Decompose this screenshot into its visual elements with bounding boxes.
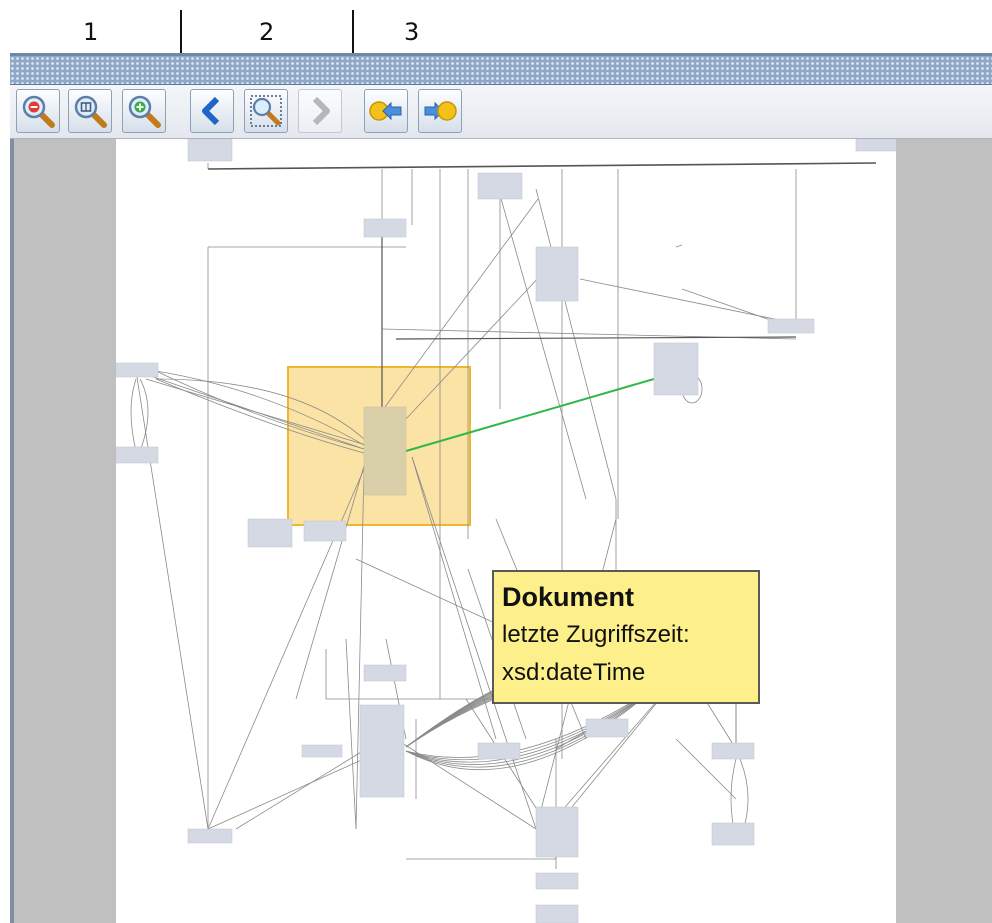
zoom-in-magnifier-icon [128,95,161,128]
magnifier-selection-icon [250,95,282,127]
graph-node[interactable] [711,742,755,760]
zoom-in-button[interactable] [122,89,166,133]
graph-edge [135,370,209,830]
tooltip-title: Dokument [502,582,635,612]
graph-node[interactable] [585,718,629,738]
group-label-2: 2 [259,18,275,46]
graph-edge [207,162,877,170]
graph-node[interactable] [301,744,343,758]
graph-edge [235,748,367,830]
node-tooltip: Dokument letzte Zugriffszeit: xsd:dateTi… [492,570,760,704]
zoom-reset-button[interactable] [68,89,112,133]
group-separator [352,10,354,54]
graph-edge [345,638,357,830]
chevron-right-icon [312,96,330,126]
zoom-out-button[interactable] [16,89,60,133]
graph-node[interactable] [116,362,159,378]
collapse-node-button[interactable] [364,89,408,133]
zoom-out-magnifier-icon [22,95,55,128]
graph-canvas[interactable]: Dokument letzte Zugriffszeit: xsd:dateTi… [116,139,896,923]
graph-viewer-window: Dokument letzte Zugriffszeit: xsd:dateTi… [10,53,992,923]
graph-edge [675,244,683,248]
graph-node[interactable] [855,139,896,152]
graph-edge [579,278,785,322]
graph-node[interactable] [359,704,405,798]
tooltip-property: letzte Zugriffszeit: [502,621,690,648]
graph-node[interactable] [187,139,233,162]
back-button[interactable] [190,89,234,133]
graph-edge [207,748,387,830]
chevron-left-icon [202,96,220,126]
selected-graph-node[interactable] [363,406,407,496]
graph-node[interactable] [303,520,347,542]
graph-node[interactable] [247,518,293,548]
focus-selection-button[interactable] [244,89,288,133]
graph-node[interactable] [535,246,579,302]
group-label-1: 1 [83,18,99,46]
group-label-3: 3 [404,18,420,46]
graph-node[interactable] [363,664,407,682]
graph-node[interactable] [653,342,699,396]
graph-node[interactable] [477,742,521,760]
node-arrow-left-icon [369,101,402,121]
graph-edge [535,188,617,500]
graph-node[interactable] [711,822,755,846]
graph-node[interactable] [767,318,815,334]
graph-node[interactable] [116,446,159,464]
graph-node[interactable] [363,218,407,238]
ontology-graph[interactable] [116,139,896,923]
graph-viewport[interactable]: Dokument letzte Zugriffszeit: xsd:dateTi… [14,139,992,923]
graph-edge [395,336,797,340]
graph-edge [499,194,587,500]
graph-node[interactable] [477,172,523,200]
tooltip-type: xsd:dateTime [502,659,646,686]
graph-node[interactable] [535,872,579,890]
group-separator [180,10,182,54]
graph-node[interactable] [535,904,579,923]
graph-toolbar [10,85,992,139]
zoom-reset-magnifier-icon [74,95,107,128]
graph-edge [130,378,137,452]
panel-grip-bar[interactable] [10,53,992,85]
node-arrow-right-icon [424,101,457,121]
expand-node-button[interactable] [418,89,462,133]
graph-node[interactable] [187,828,233,844]
graph-node[interactable] [535,806,579,858]
forward-button[interactable] [298,89,342,133]
